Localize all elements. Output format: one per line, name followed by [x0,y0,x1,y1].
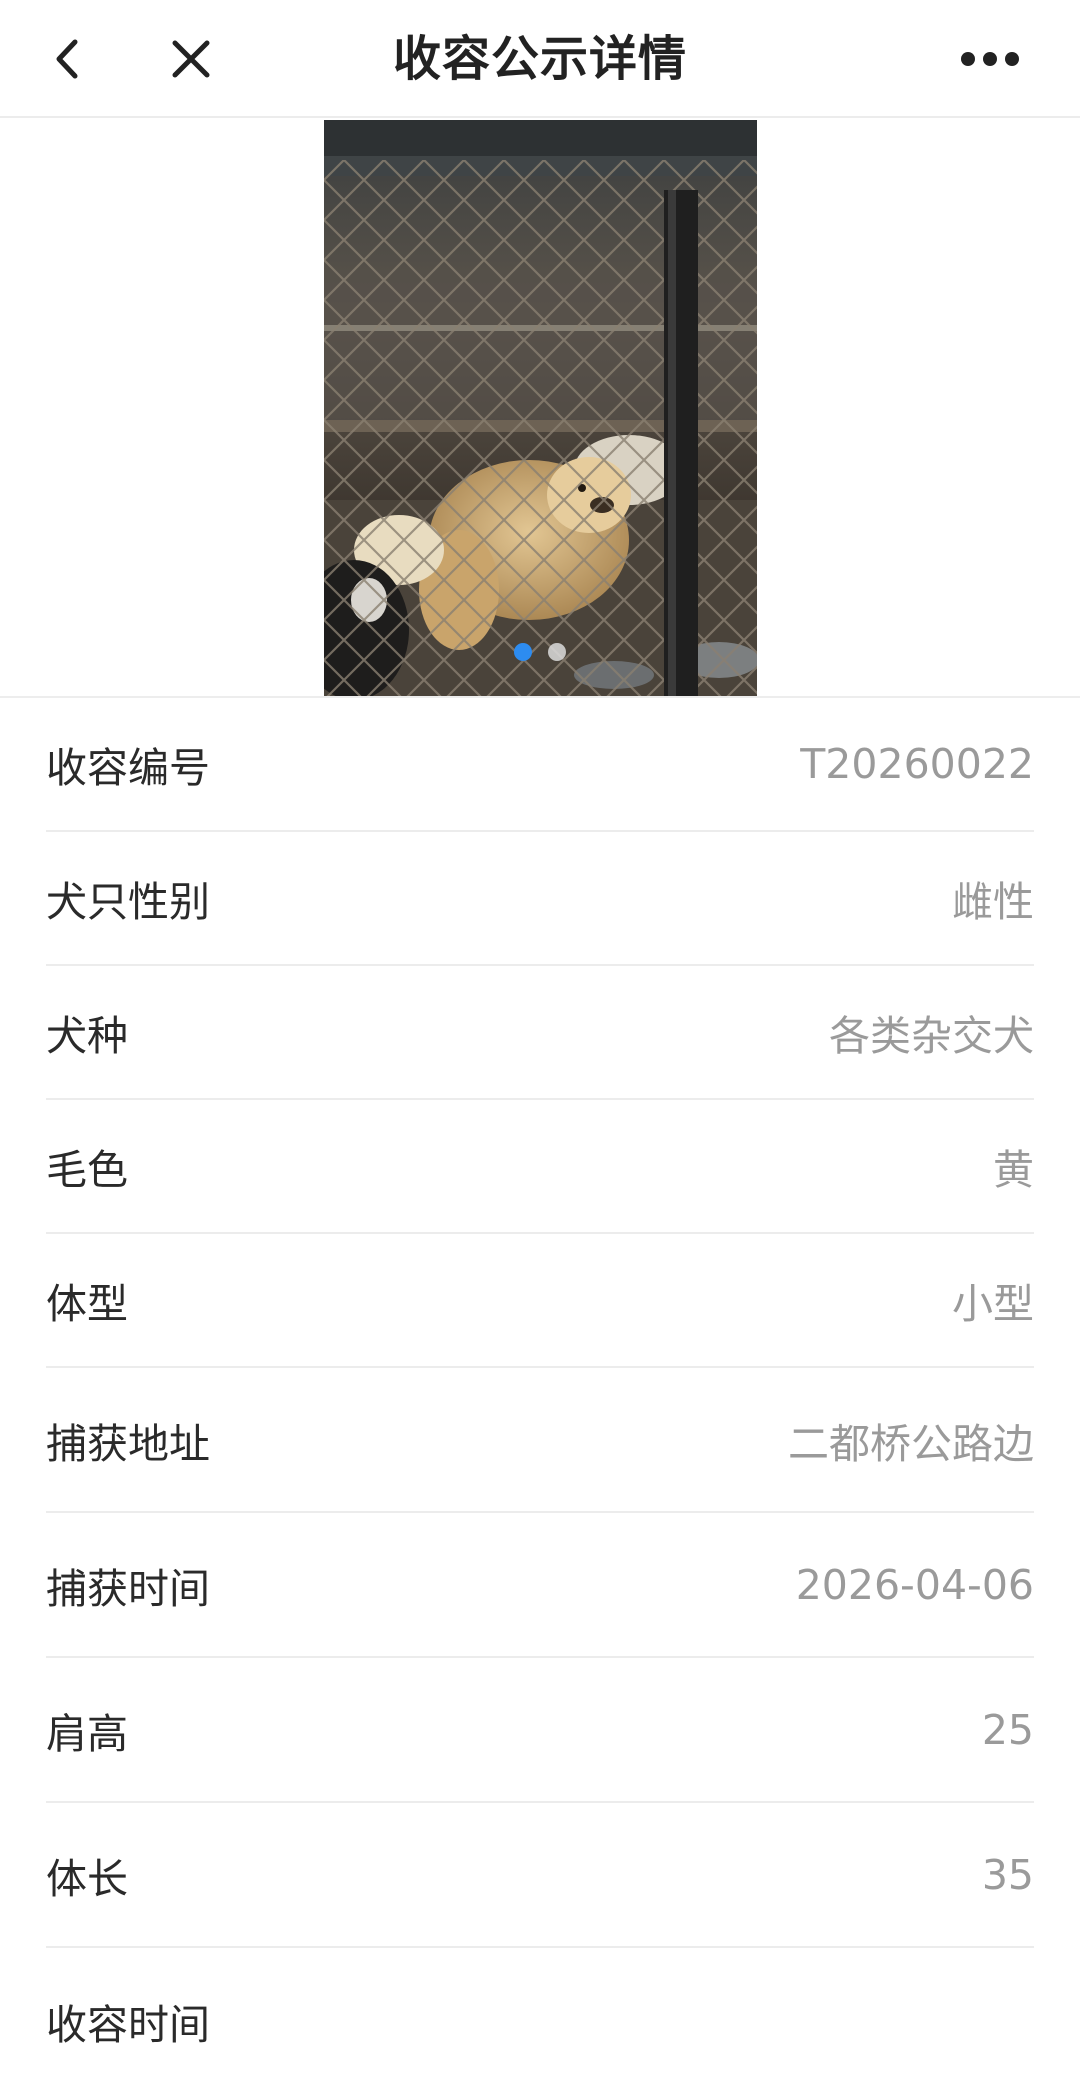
detail-label: 捕获时间 [46,1564,210,1613]
detail-value: 黄 [993,1146,1034,1194]
detail-row-capture-time: 捕获时间 2026-04-06 [46,1513,1034,1658]
detail-value: 二都桥公路边 [788,1419,1034,1468]
detail-row-size: 体型 小型 [46,1234,1034,1368]
detail-row-breed: 犬种 各类杂交犬 [46,966,1034,1100]
detail-label: 收容编号 [46,744,210,792]
detail-row-coat-color: 毛色 黄 [46,1100,1034,1234]
detail-value: 雌性 [952,878,1034,926]
detail-row-shelter-number: 收容编号 T20260022 [46,698,1034,832]
dog-photo[interactable] [324,120,757,696]
detail-row-gender: 犬只性别 雌性 [46,832,1034,966]
photo-carousel[interactable] [0,118,1080,698]
detail-row-capture-location: 捕获地址 二都桥公路边 [46,1368,1034,1513]
detail-label: 肩高 [46,1709,128,1758]
detail-value: 25 [981,1705,1034,1754]
detail-value: T20260022 [800,740,1034,788]
detail-value: 2026-04-06 [795,1560,1034,1609]
detail-label: 毛色 [46,1146,128,1194]
detail-label: 犬只性别 [46,878,210,926]
detail-value: 35 [981,1850,1034,1899]
nav-bar: 收容公示详情 [0,0,1080,118]
dog-photo-image [324,120,757,696]
detail-row-body-length: 体长 35 [46,1803,1034,1948]
detail-row-shelter-time: 收容时间 [46,1948,1034,2093]
more-horizontal-icon [961,52,1019,66]
detail-list: 收容编号 T20260022 犬只性别 雌性 犬种 各类杂交犬 毛色 黄 体型 … [0,698,1080,2093]
carousel-dot-2[interactable] [548,643,566,661]
detail-row-shoulder-height: 肩高 25 [46,1658,1034,1803]
more-button[interactable] [940,24,1040,94]
carousel-indicator [514,643,566,661]
detail-label: 犬种 [46,1012,128,1060]
carousel-dot-1[interactable] [514,643,532,661]
detail-label: 体型 [46,1280,128,1328]
detail-label: 体长 [46,1854,128,1903]
detail-value: 小型 [952,1280,1034,1328]
detail-value: 各类杂交犬 [829,1012,1034,1060]
page-title: 收容公示详情 [392,31,687,87]
detail-label: 捕获地址 [46,1419,210,1468]
